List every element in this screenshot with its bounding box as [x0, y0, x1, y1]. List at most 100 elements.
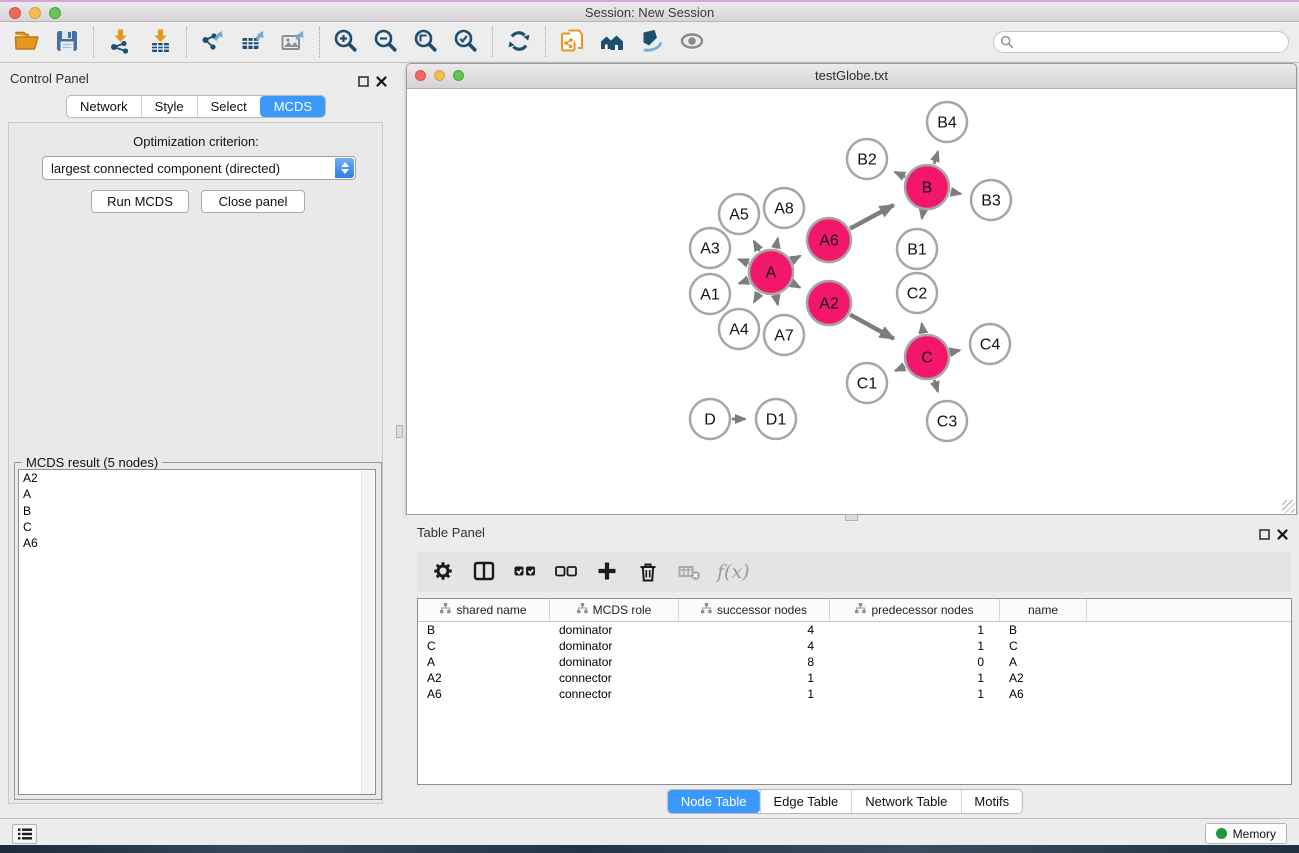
tab-node-table[interactable]: Node Table: [668, 790, 760, 813]
edge-A-A7[interactable]: [776, 296, 778, 305]
table-cell[interactable]: 1: [830, 670, 1000, 686]
table-cell[interactable]: A6: [418, 686, 550, 702]
edge-A2-C[interactable]: [850, 315, 894, 339]
table-cell[interactable]: dominator: [550, 654, 679, 670]
settings-button[interactable]: [430, 558, 456, 586]
open-file-button[interactable]: [10, 26, 44, 58]
criterion-select[interactable]: largest connected component (directed): [42, 156, 356, 180]
edge-C-C3[interactable]: [934, 380, 938, 392]
table-row[interactable]: Adominator80A: [418, 654, 1291, 670]
table-cell[interactable]: A6: [1000, 686, 1087, 702]
export-image-button[interactable]: [276, 26, 310, 58]
column-header-successor-nodes[interactable]: successor nodes: [679, 599, 830, 621]
table-cell[interactable]: B: [418, 622, 550, 638]
node-B[interactable]: B: [905, 165, 949, 209]
search-input[interactable]: [993, 31, 1289, 53]
node-A7[interactable]: A7: [764, 315, 804, 355]
delete-row-button[interactable]: [635, 558, 661, 586]
table-cell[interactable]: 4: [679, 638, 830, 654]
network-graph[interactable]: B4B2BB3A5A8A6B1A3AA1C2A2A4A7C4CC1DD1C3: [407, 89, 1296, 514]
column-header-shared-name[interactable]: shared name: [418, 599, 550, 621]
columns-button[interactable]: [471, 558, 497, 586]
refresh-button[interactable]: [502, 26, 536, 58]
export-table-button[interactable]: [236, 26, 270, 58]
export-network-button[interactable]: [196, 26, 230, 58]
tab-edge-table[interactable]: Edge Table: [759, 790, 851, 813]
table-cell[interactable]: 1: [830, 686, 1000, 702]
node-A6[interactable]: A6: [807, 218, 851, 262]
show-graphics-details-button[interactable]: [675, 26, 709, 58]
node-A3[interactable]: A3: [690, 228, 730, 268]
mcds-result-item[interactable]: A: [19, 486, 375, 502]
run-mcds-button[interactable]: Run MCDS: [91, 190, 189, 213]
mcds-result-list[interactable]: A2ABCA6: [18, 469, 376, 795]
zoom-selected-button[interactable]: [449, 26, 483, 58]
node-B4[interactable]: B4: [927, 102, 967, 142]
network-view-titlebar[interactable]: testGlobe.txt: [407, 64, 1296, 89]
table-cell[interactable]: 1: [830, 622, 1000, 638]
table-cell[interactable]: 1: [679, 686, 830, 702]
table-cell[interactable]: C: [418, 638, 550, 654]
table-row[interactable]: Bdominator41B: [418, 622, 1291, 638]
edge-A-A6[interactable]: [792, 256, 800, 260]
node-B3[interactable]: B3: [971, 180, 1011, 220]
table-row[interactable]: A2connector11A2: [418, 670, 1291, 686]
table-row[interactable]: Cdominator41C: [418, 638, 1291, 654]
node-C[interactable]: C: [905, 335, 949, 379]
hide-graphics-details-button[interactable]: [635, 26, 669, 58]
close-panel-button[interactable]: Close panel: [201, 190, 305, 213]
edge-A-A2[interactable]: [792, 283, 800, 287]
table-cell[interactable]: connector: [550, 686, 679, 702]
node-C1[interactable]: C1: [847, 363, 887, 403]
table-cell[interactable]: A: [1000, 654, 1087, 670]
table-cell[interactable]: B: [1000, 622, 1087, 638]
edge-B-B3[interactable]: [951, 192, 961, 194]
houses-button[interactable]: [595, 26, 629, 58]
table-cell[interactable]: 4: [679, 622, 830, 638]
node-A4[interactable]: A4: [719, 309, 759, 349]
table-panel-float-icon[interactable]: [1259, 527, 1270, 545]
node-A8[interactable]: A8: [764, 188, 804, 228]
column-header-MCDS-role[interactable]: MCDS role: [550, 599, 679, 621]
edge-C-C2[interactable]: [922, 324, 924, 334]
edge-B-B1[interactable]: [922, 211, 923, 219]
column-header-predecessor-nodes[interactable]: predecessor nodes: [830, 599, 1000, 621]
control-panel-float-icon[interactable]: [358, 74, 369, 92]
node-D1[interactable]: D1: [756, 399, 796, 439]
node-A2[interactable]: A2: [807, 281, 851, 325]
mcds-result-item[interactable]: C: [19, 519, 375, 535]
node-A5[interactable]: A5: [719, 194, 759, 234]
edge-A-A3[interactable]: [739, 259, 749, 263]
save-session-button[interactable]: [50, 26, 84, 58]
tab-network[interactable]: Network: [67, 96, 141, 117]
edge-C-C4[interactable]: [951, 350, 960, 352]
vertical-splitter-handle[interactable]: [396, 425, 403, 438]
edge-A-A8[interactable]: [776, 238, 778, 248]
edge-B-B4[interactable]: [934, 152, 938, 164]
control-panel-close-icon[interactable]: [376, 74, 387, 92]
table-cell[interactable]: connector: [550, 670, 679, 686]
zoom-fit-button[interactable]: [409, 26, 443, 58]
import-network-button[interactable]: [103, 26, 137, 58]
mcds-list-scrollbar[interactable]: [361, 471, 374, 795]
add-row-button[interactable]: [594, 558, 620, 586]
table-cell[interactable]: A2: [1000, 670, 1087, 686]
horizontal-splitter-handle[interactable]: [845, 514, 858, 521]
edge-B-B2[interactable]: [895, 172, 905, 177]
mcds-result-item[interactable]: B: [19, 503, 375, 519]
table-cell[interactable]: A2: [418, 670, 550, 686]
node-A1[interactable]: A1: [690, 274, 730, 314]
tab-select[interactable]: Select: [197, 96, 260, 117]
table-cell[interactable]: 0: [830, 654, 1000, 670]
memory-button[interactable]: Memory: [1205, 823, 1287, 844]
table-cell[interactable]: dominator: [550, 638, 679, 654]
window-resize-grip[interactable]: [1282, 500, 1295, 513]
node-B2[interactable]: B2: [847, 139, 887, 179]
table-cell[interactable]: 1: [679, 670, 830, 686]
table-cell[interactable]: dominator: [550, 622, 679, 638]
table-cell[interactable]: C: [1000, 638, 1087, 654]
import-table-button[interactable]: [143, 26, 177, 58]
edge-A6-B[interactable]: [850, 205, 893, 229]
mcds-result-item[interactable]: A2: [19, 470, 375, 486]
tab-network-table[interactable]: Network Table: [851, 790, 960, 813]
